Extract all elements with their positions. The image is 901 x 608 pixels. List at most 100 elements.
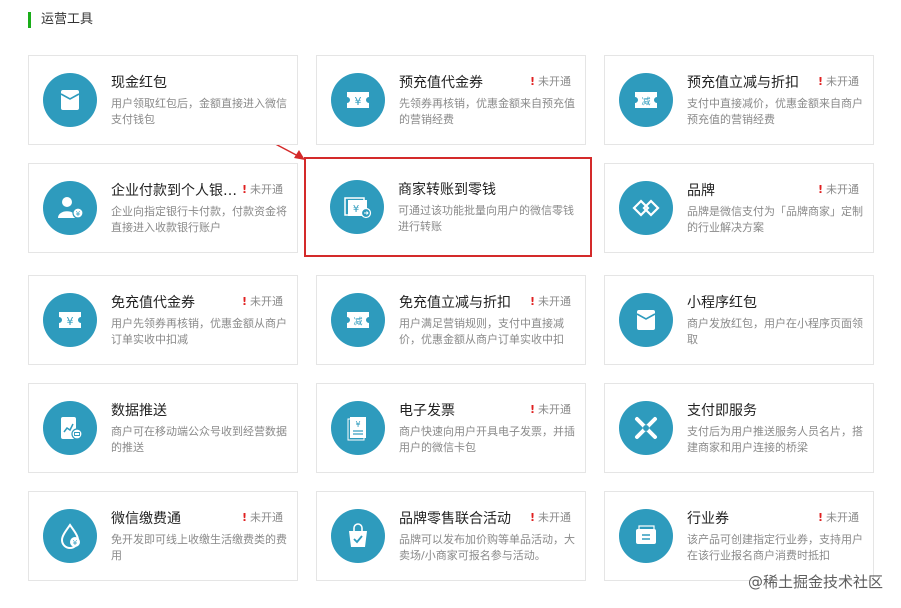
tool-card[interactable]: ¥ 微信缴费通 免开发即可线上收缴生活缴费类的费用! 未开通 (28, 491, 298, 581)
discount-ticket-icon: 减 (619, 73, 673, 127)
transfer-yen-icon: ¥ (330, 180, 384, 234)
tool-card[interactable]: 减 免充值立减与折扣用户满足营销规则，支付中直接减价，优惠金额从商户订单实收中扣!… (316, 275, 586, 365)
status-text: 未开通 (250, 183, 283, 196)
tool-name: 电子发票 (399, 403, 455, 419)
tool-name: 小程序红包 (687, 295, 757, 311)
tool-description: 用户先领券再核销，优惠金额从商户订单实收中扣减 (111, 317, 287, 346)
warning-icon: ! (529, 403, 535, 416)
tool-name: 品牌 (687, 183, 715, 199)
tool-card[interactable]: ¥ 预充值代金券 先领券再核销，优惠金额来自预充值的营销经费! 未开通 (316, 55, 586, 145)
tool-description: 商户发放红包，用户在小程序页面领取 (687, 317, 863, 346)
brand-icon (619, 181, 673, 235)
tool-description: 支付中直接减价，优惠金额来自商户预充值的营销经费 (687, 97, 863, 126)
status-text: 未开通 (538, 75, 571, 88)
tool-card[interactable]: ¥ 免充值代金券 用户先领券再核销，优惠金额从商户订单实收中扣减! 未开通 (28, 275, 298, 365)
warning-icon: ! (529, 75, 535, 88)
tool-description: 商户可在移动端公众号收到经营数据的推送 (111, 425, 287, 454)
tool-name: 微信缴费通 (111, 511, 181, 527)
tool-card[interactable]: 减预充值立减与折扣 支付中直接减价，优惠金额来自商户预充值的营销经费! 未开通 (604, 55, 874, 145)
status-text: 未开通 (250, 295, 283, 308)
status-badge: ! 未开通 (242, 293, 283, 309)
warning-icon: ! (241, 183, 247, 196)
tool-description: 支付后为用户推送服务人员名片，搭建商家和用户连接的桥梁 (687, 425, 863, 454)
tool-description: 用户领取红包后，金额直接进入微信支付钱包 (111, 97, 287, 126)
tool-description: 可通过该功能批量向用户的微信零钱进行转账 (398, 204, 574, 233)
invoice-icon: ¥ (331, 401, 385, 455)
envelope-icon (43, 73, 97, 127)
svg-text:¥: ¥ (353, 204, 359, 215)
warning-icon: ! (241, 295, 247, 308)
tool-description: 品牌可以发布加价购等单品活动，大卖场/小商家可报名参与活动。 (399, 533, 575, 562)
status-text: 未开通 (826, 511, 859, 524)
status-text: 未开通 (538, 295, 571, 308)
status-badge: ! 未开通 (818, 181, 859, 197)
status-text: 未开通 (826, 183, 859, 196)
status-badge: ! 未开通 (242, 181, 283, 197)
enterprise-payment-icon: ¥ (43, 181, 97, 235)
tool-card[interactable]: 品牌 品牌是微信支付为「品牌商家」定制的行业解决方案! 未开通 (604, 163, 874, 253)
tool-card[interactable]: ¥ 电子发票 商户快速向用户开具电子发票，并插用户的微信卡包! 未开通 (316, 383, 586, 473)
voucher-yen-icon: ¥ (331, 73, 385, 127)
status-badge: ! 未开通 (818, 509, 859, 525)
tool-name: 免充值立减与折扣 (399, 295, 511, 311)
shopping-bag-icon (331, 509, 385, 563)
status-badge: ! 未开通 (242, 509, 283, 525)
discount-ticket-icon: 减 (331, 293, 385, 347)
status-badge: ! 未开通 (530, 293, 571, 309)
status-text: 未开通 (250, 511, 283, 524)
tool-card[interactable]: ¥ 企业付款到个人银… 企业向指定银行卡付款，付款资金将直接进入收款银行账户! 未开通 (28, 163, 298, 253)
tool-name: 行业券 (687, 511, 729, 527)
tool-card[interactable]: 支付即服务支付后为用户推送服务人员名片，搭建商家和用户连接的桥梁 (604, 383, 874, 473)
envelope-icon (619, 293, 673, 347)
svg-text:减: 减 (353, 316, 362, 328)
tool-description: 商户快速向用户开具电子发票，并插用户的微信卡包 (399, 425, 575, 454)
tool-name: 数据推送 (111, 403, 167, 419)
svg-text:¥: ¥ (355, 420, 360, 429)
tool-card[interactable]: 品牌零售联合活动 品牌可以发布加价购等单品活动，大卖场/小商家可报名参与活动。! 未… (316, 491, 586, 581)
tool-card[interactable]: 现金红包用户领取红包后，金额直接进入微信支付钱包 (28, 55, 298, 145)
data-push-icon (43, 401, 97, 455)
fee-payment-icon: ¥ (43, 509, 97, 563)
status-text: 未开通 (538, 511, 571, 524)
tool-grid: 现金红包用户领取红包后，金额直接进入微信支付钱包 ¥ 预充值代金券先领券再核销，优惠… (28, 55, 874, 581)
tool-name: 品牌零售联合活动 (399, 511, 511, 527)
tool-name: 企业付款到个人银… (111, 183, 237, 199)
industry-voucher-icon (619, 509, 673, 563)
warning-icon: ! (817, 511, 823, 524)
tool-name: 支付即服务 (687, 403, 757, 419)
tool-card[interactable]: 行业券 该产品可创建指定行业券，支持用户在该行业报名商户消费时抵扣! 未开通 (604, 491, 874, 581)
warning-icon: ! (817, 75, 823, 88)
status-badge: ! 未开通 (530, 401, 571, 417)
status-badge: ! 未开通 (530, 509, 571, 525)
tool-description: 该产品可创建指定行业券，支持用户在该行业报名商户消费时抵扣 (687, 533, 863, 562)
svg-text:减: 减 (641, 96, 650, 108)
svg-text:¥: ¥ (76, 210, 81, 218)
tool-card[interactable]: 数据推送商户可在移动端公众号收到经营数据的推送 (28, 383, 298, 473)
tool-card[interactable]: 小程序红包商户发放红包，用户在小程序页面领取 (604, 275, 874, 365)
svg-text:¥: ¥ (73, 539, 78, 547)
status-text: 未开通 (826, 75, 859, 88)
tool-description: 免开发即可线上收缴生活缴费类的费用 (111, 533, 287, 562)
tool-name: 免充值代金券 (111, 295, 195, 311)
warning-icon: ! (817, 183, 823, 196)
tool-name: 预充值代金券 (399, 75, 483, 91)
tool-description: 品牌是微信支付为「品牌商家」定制的行业解决方案 (687, 205, 863, 234)
svg-text:¥: ¥ (355, 95, 362, 108)
status-badge: ! 未开通 (530, 73, 571, 89)
status-badge: ! 未开通 (818, 73, 859, 89)
watermark: @稀土掘金技术社区 (747, 573, 883, 591)
tool-description: 用户满足营销规则，支付中直接减价，优惠金额从商户订单实收中扣 (399, 317, 564, 346)
voucher-yen-icon: ¥ (43, 293, 97, 347)
tool-name: 商家转账到零钱 (398, 182, 496, 198)
warning-icon: ! (529, 511, 535, 524)
warning-icon: ! (529, 295, 535, 308)
tool-description: 企业向指定银行卡付款，付款资金将直接进入收款银行账户 (111, 205, 287, 234)
svg-text:¥: ¥ (67, 315, 74, 328)
service-icon (619, 401, 673, 455)
status-text: 未开通 (538, 403, 571, 416)
section-title: 运营工具 (28, 12, 93, 28)
tool-description: 先领券再核销，优惠金额来自预充值的营销经费 (399, 97, 575, 126)
warning-icon: ! (241, 511, 247, 524)
tool-card[interactable]: ¥ 商家转账到零钱可通过该功能批量向用户的微信零钱进行转账 (304, 157, 592, 257)
tool-name: 现金红包 (111, 75, 167, 91)
